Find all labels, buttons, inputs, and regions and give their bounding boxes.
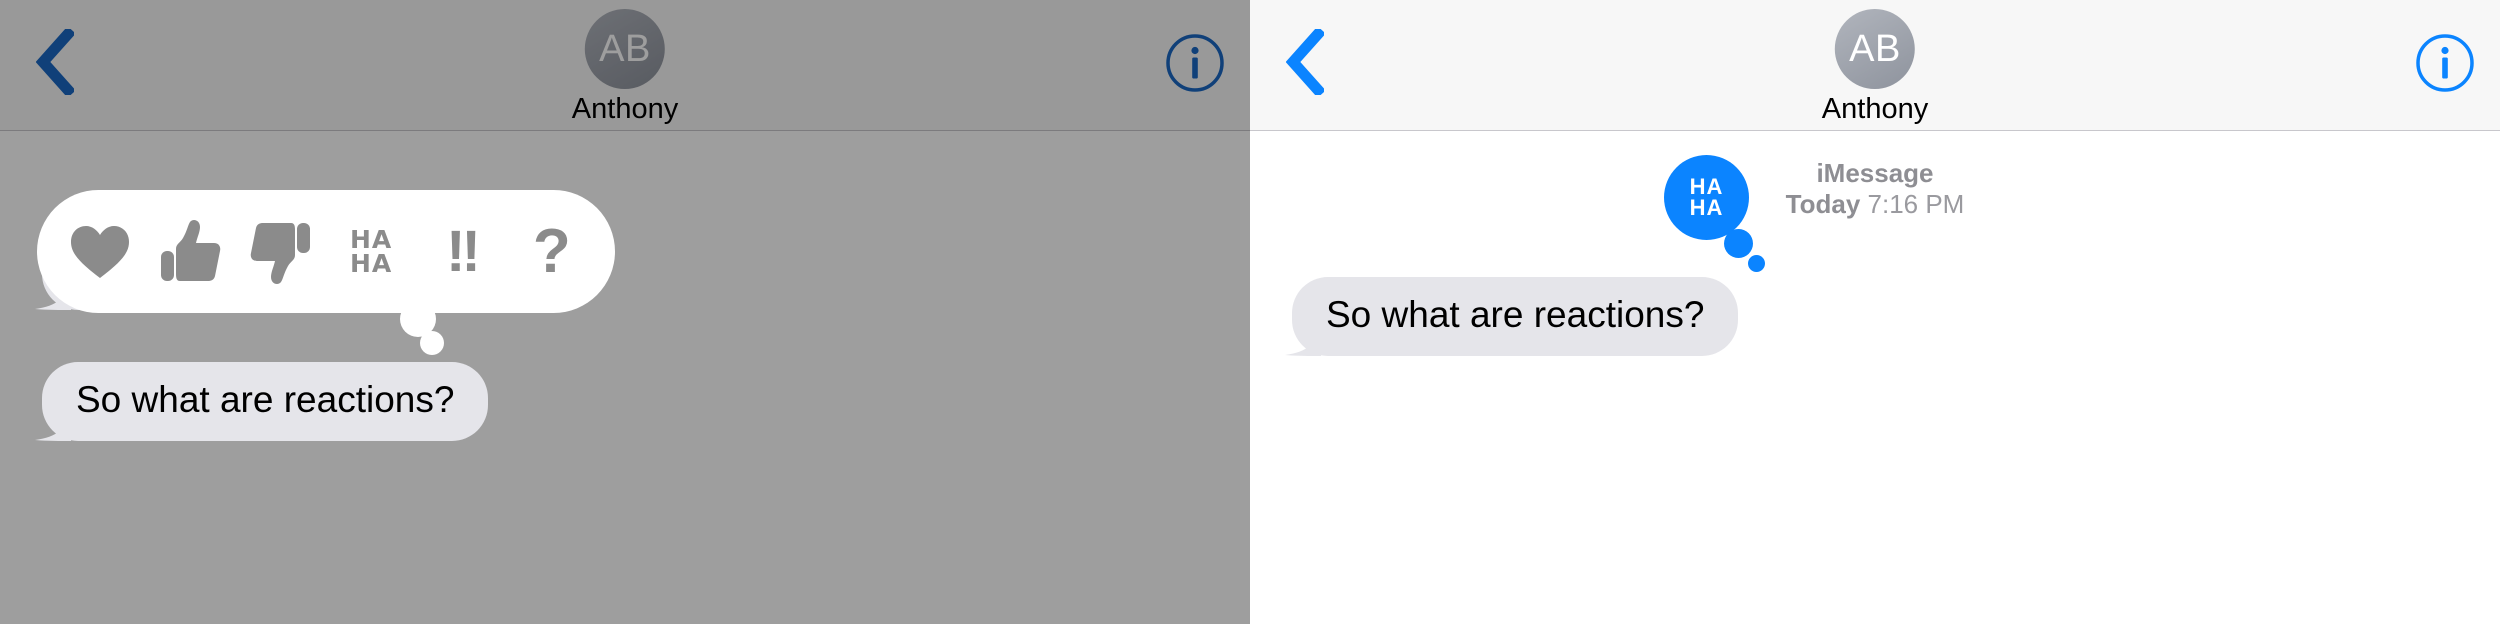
reaction-option-exclamation[interactable]: !! [425, 209, 497, 295]
haha-line-1: HA [350, 224, 393, 254]
haha-line-2: HA [350, 248, 393, 278]
message-row-highlighted: So what are reactions? [35, 362, 489, 441]
panel-left-reaction-picker: AB Anthony S [0, 0, 1250, 624]
back-chevron-icon[interactable] [26, 24, 84, 100]
reaction-picker[interactable]: HA HA !! ? [37, 190, 615, 313]
question-glyph: ? [532, 216, 571, 286]
message-bubble-highlighted[interactable]: So what are reactions? [35, 362, 489, 441]
panel-right-reaction-applied: AB Anthony iMessage Today 7:16 PM So wha… [1250, 0, 2500, 624]
bubble-tail [1281, 318, 1321, 356]
screenshot-root: AB Anthony S [0, 0, 2500, 624]
service-label: iMessage [1816, 158, 1934, 188]
navigation-bar: AB Anthony [0, 0, 1250, 131]
reaction-option-question[interactable]: ? [516, 209, 588, 295]
navigation-bar: AB Anthony [1250, 0, 2500, 131]
reaction-tail-large [1724, 229, 1753, 258]
message-timestamp: iMessage Today 7:16 PM [1250, 158, 2500, 219]
reaction-option-heart[interactable] [64, 209, 136, 295]
message-row: So what are reactions? HA HA [1285, 155, 1765, 356]
picker-tail-small [420, 331, 444, 355]
back-chevron-icon[interactable] [1276, 24, 1334, 100]
reaction-option-haha[interactable]: HA HA [335, 209, 407, 295]
message-bubble[interactable]: So what are reactions? [1285, 277, 1739, 356]
message-text: So what are reactions? [76, 379, 455, 420]
avatar: AB [584, 9, 665, 89]
message-text: So what are reactions? [1326, 294, 1705, 335]
contact-header[interactable]: AB Anthony [1822, 9, 1928, 124]
exclamation-glyph: !! [446, 218, 481, 284]
timestamp-line: Today 7:16 PM [1250, 189, 2500, 220]
contact-name: Anthony [1821, 93, 1929, 125]
reaction-tail-small [1748, 255, 1765, 272]
timestamp-time: 7:16 PM [1867, 188, 1965, 219]
reaction-option-thumbs-down[interactable] [245, 209, 317, 295]
reaction-option-thumbs-up[interactable] [154, 209, 226, 295]
avatar: AB [1834, 9, 1915, 89]
timestamp-day: Today [1785, 188, 1861, 219]
conversation-area: iMessage Today 7:16 PM So what are react… [1250, 131, 2500, 624]
haha-line-2: HA [1689, 194, 1724, 220]
info-icon[interactable] [2414, 32, 2476, 94]
contact-header[interactable]: AB Anthony [572, 9, 678, 124]
info-icon[interactable] [1164, 32, 1226, 94]
contact-name: Anthony [571, 93, 679, 125]
